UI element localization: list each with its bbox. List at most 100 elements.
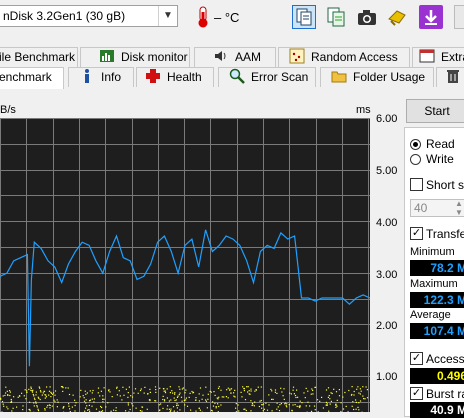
access-time-point [57, 399, 58, 400]
drive-select[interactable]: nDisk 3.2Gen1 (30 gB) ▼ [0, 5, 178, 27]
access-time-point [135, 388, 136, 389]
tab-info[interactable]: Info [68, 67, 134, 87]
access-time-point [30, 387, 31, 388]
save-icon[interactable] [385, 5, 409, 29]
tab-folder-usage[interactable]: Folder Usage [320, 67, 434, 87]
access-time-point [55, 390, 56, 391]
access-time-point [9, 390, 10, 391]
access-time-point [178, 405, 179, 406]
access-time-point [299, 405, 300, 406]
access-time-point [174, 398, 175, 399]
burst-rate-checkbox[interactable]: ✓ [410, 387, 423, 400]
access-time-point [179, 393, 180, 394]
access-time-point [75, 402, 76, 403]
spinner-arrows-icon[interactable]: ▲▼ [455, 199, 463, 217]
access-time-point [357, 386, 358, 387]
access-time-point [31, 388, 32, 389]
access-time-point [258, 387, 259, 388]
access-time-point [179, 389, 180, 390]
access-time-point [329, 395, 330, 396]
access-time-point [11, 401, 12, 402]
access-time-point [132, 397, 133, 398]
access-time-point [159, 388, 160, 389]
access-time-point [85, 402, 86, 403]
access-time-point [102, 401, 103, 402]
access-time-point [356, 409, 357, 410]
access-time-point [50, 396, 51, 397]
access-time-point [29, 402, 30, 403]
tab-aam[interactable]: AAM [194, 47, 276, 67]
access-time-point [62, 391, 63, 392]
access-time-point [342, 397, 343, 398]
short-stroke-spinner[interactable]: 40 ▲▼ [410, 199, 464, 217]
write-radio[interactable] [410, 154, 421, 165]
access-time-point [129, 387, 130, 388]
access-time-point [339, 395, 340, 396]
tab-random-access[interactable]: Random Access [278, 47, 410, 67]
chevron-down-icon[interactable]: ▼ [158, 6, 177, 26]
access-time-point [63, 406, 64, 407]
tab-benchmark[interactable]: enchmark [0, 67, 64, 89]
access-time-point [199, 393, 200, 394]
access-time-point [88, 409, 89, 410]
average-label: Average [410, 309, 451, 321]
access-time-point [343, 408, 344, 409]
start-button[interactable]: Start [406, 99, 464, 123]
extra-button[interactable] [454, 5, 464, 29]
access-time-point [259, 406, 260, 407]
access-time-point [113, 410, 114, 411]
access-time-point [311, 388, 312, 389]
access-time-point [7, 395, 8, 396]
access-time-point [248, 386, 249, 387]
access-time-point [364, 398, 365, 399]
read-radio[interactable] [410, 139, 421, 150]
access-time-point [217, 398, 218, 399]
access-time-point [174, 392, 175, 393]
access-time-point [26, 390, 27, 391]
access-time-point [185, 390, 186, 391]
access-time-point [328, 397, 329, 398]
access-time-point [191, 391, 192, 392]
access-time-point [303, 392, 304, 393]
copy-text-icon[interactable] [292, 5, 316, 29]
access-time-point [281, 391, 282, 392]
access-time-point [39, 388, 40, 389]
access-time-point [252, 405, 253, 406]
transfer-rate-checkbox[interactable]: ✓ [410, 227, 423, 240]
average-value: 107.4 M [410, 323, 464, 339]
access-time-point [289, 393, 290, 394]
access-time-point [69, 394, 70, 395]
short-stroke-checkbox[interactable] [410, 178, 423, 191]
tab-health[interactable]: Health [136, 67, 214, 87]
access-time-point [286, 406, 287, 407]
tab-erase[interactable] [436, 67, 464, 87]
access-time-point [199, 400, 200, 401]
copy-info-icon[interactable] [324, 5, 348, 29]
access-time-checkbox[interactable]: ✓ [410, 352, 423, 365]
access-time-point [40, 399, 41, 400]
access-time-point [321, 397, 322, 398]
download-icon[interactable] [419, 5, 443, 29]
tab-disk-monitor[interactable]: Disk monitor [80, 47, 190, 67]
access-time-point [205, 387, 206, 388]
access-time-point [133, 393, 134, 394]
access-time-point [234, 390, 235, 391]
access-time-point [216, 406, 217, 407]
screenshot-camera-icon[interactable] [355, 5, 379, 29]
access-time-point [47, 405, 48, 406]
access-time-point [351, 395, 352, 396]
access-time-point [312, 393, 313, 394]
tab-extra[interactable]: Extra [412, 47, 464, 67]
tab-file-benchmark[interactable]: ile Benchmark [0, 47, 78, 67]
access-time-point [68, 403, 69, 404]
access-time-point [329, 398, 330, 399]
access-time-point [330, 404, 331, 405]
access-time-point [45, 409, 46, 410]
access-time-point [84, 401, 85, 402]
access-time-point [162, 408, 163, 409]
tab-error-scan[interactable]: Error Scan [218, 67, 316, 87]
access-time-point [9, 395, 10, 396]
tab-label: Error Scan [251, 70, 308, 84]
access-time-point [336, 406, 337, 407]
random-access-icon [289, 48, 305, 64]
